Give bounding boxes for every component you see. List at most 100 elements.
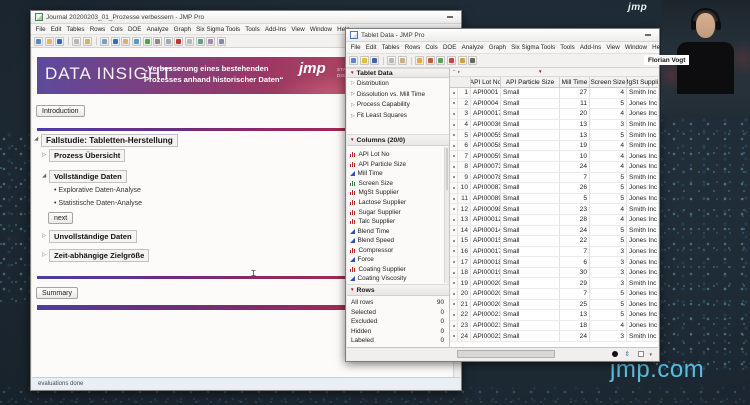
updown-arrows-icon[interactable]: ⇕ <box>625 350 630 359</box>
cell[interactable]: 5 <box>590 98 627 109</box>
cell[interactable]: 22 <box>560 236 590 246</box>
menu-item-tools[interactable]: Tools <box>558 44 578 51</box>
expand-triangle-icon[interactable]: ▷ <box>42 152 46 158</box>
row-marker-cell[interactable] <box>450 119 458 130</box>
new-icon[interactable] <box>349 56 358 65</box>
column-item-talc-supplier[interactable]: Talc Supplier <box>347 217 449 227</box>
column-item-sugar-supplier[interactable]: Sugar Supplier <box>347 207 449 217</box>
outline-link-explorative[interactable]: • Explorative Daten-Analyse <box>54 187 141 194</box>
menu-item-cols[interactable]: Cols <box>108 26 126 33</box>
row-number-cell[interactable]: 4 <box>458 119 471 130</box>
cell[interactable]: 24 <box>560 331 590 341</box>
cell[interactable]: Jones Inc <box>627 183 658 193</box>
cell[interactable]: 3 <box>590 267 627 278</box>
cell[interactable]: API00055 <box>471 130 501 140</box>
red-triangle-icon[interactable]: ▼ <box>350 287 354 293</box>
cell[interactable]: 5 <box>590 193 627 204</box>
menu-item-window[interactable]: Window <box>307 26 334 33</box>
cell[interactable]: Small <box>501 183 560 193</box>
column-item-coating-supplier[interactable]: Coating Supplier <box>347 265 449 275</box>
cell[interactable]: 5 <box>590 236 627 246</box>
analysis-item-fit-least-squares[interactable]: ▷ Fit Least Squares <box>347 110 449 121</box>
cell[interactable]: Small <box>501 204 560 214</box>
table-row[interactable]: 18API000198Small303Jones Inc <box>450 267 658 279</box>
cell[interactable]: 11 <box>560 98 590 109</box>
cell[interactable]: 3 <box>590 246 627 257</box>
row-marker-cell[interactable] <box>450 140 458 151</box>
journal-icon[interactable] <box>425 56 435 65</box>
cell[interactable]: Smith Inc <box>627 204 658 214</box>
panel-header-tablet-data[interactable]: ▼ Tablet Data <box>347 68 449 78</box>
table-row[interactable]: 2 API0004 Small 11 5 Jones Inc <box>450 98 658 110</box>
cell[interactable]: Smith Inc <box>627 331 658 341</box>
row-number-cell[interactable]: 7 <box>458 151 471 162</box>
menu-item-tools[interactable]: Tools <box>243 26 263 33</box>
row-number-cell[interactable]: 6 <box>458 140 471 151</box>
menu-item-analyze[interactable]: Analyze <box>459 44 486 51</box>
cell[interactable]: Smith Inc <box>627 226 658 236</box>
row-number-cell[interactable]: 17 <box>458 257 471 267</box>
row-number-cell[interactable]: 5 <box>458 130 471 140</box>
new-icon[interactable] <box>34 36 43 46</box>
table-row[interactable]: 6 API00058 Small 19 4 Smith Inc <box>450 140 658 152</box>
next-button[interactable]: next <box>48 212 74 224</box>
row-marker-cell[interactable] <box>450 225 458 236</box>
cell[interactable]: 4 <box>590 214 627 225</box>
row-marker-cell[interactable] <box>450 331 458 341</box>
outline-item-vollstaendige-daten[interactable]: Vollständige Daten <box>49 170 127 183</box>
row-marker-cell[interactable] <box>450 278 458 288</box>
table-icon[interactable] <box>195 36 205 46</box>
cell[interactable]: API000122 <box>471 214 501 225</box>
cell[interactable]: Jones Inc <box>627 162 658 172</box>
cell[interactable]: Jones Inc <box>627 151 658 161</box>
cell[interactable]: Jones Inc <box>627 215 658 225</box>
row-number-cell[interactable]: 23 <box>458 320 471 331</box>
cell[interactable]: 19 <box>560 140 590 151</box>
cell[interactable]: Jones Inc <box>627 109 658 119</box>
cell[interactable]: 27 <box>560 88 590 98</box>
cell[interactable]: 18 <box>560 320 590 331</box>
last-icon[interactable] <box>468 56 478 65</box>
cell[interactable]: 4 <box>590 88 627 98</box>
cell[interactable]: 13 <box>560 119 590 130</box>
panel-header-rows[interactable]: ▼ Rows <box>347 284 449 296</box>
columns-scrollbar[interactable] <box>444 147 449 283</box>
open-icon[interactable] <box>359 56 369 65</box>
expand-triangle-icon[interactable]: ▷ <box>42 233 46 239</box>
cell[interactable]: Small <box>501 246 560 257</box>
disclosure-right-icon[interactable]: ▸ <box>458 69 460 75</box>
row-number-cell[interactable]: 8 <box>458 162 471 172</box>
cell[interactable]: API0001 <box>471 88 501 98</box>
copy-icon[interactable] <box>387 56 397 65</box>
menu-item-doe[interactable]: DOE <box>440 44 459 51</box>
scrollbar-thumb[interactable] <box>457 350 555 358</box>
row-marker-cell[interactable] <box>450 320 458 331</box>
cell[interactable]: Small <box>501 320 560 331</box>
menu-item-file[interactable]: File <box>33 26 48 33</box>
run-icon[interactable] <box>446 56 456 65</box>
column-header-screen-size[interactable]: Screen Size <box>590 77 627 87</box>
row-number-cell[interactable]: 1 <box>458 88 471 98</box>
row-marker-cell[interactable] <box>450 214 458 225</box>
summary-button[interactable]: Summary <box>36 287 78 299</box>
column-item-compressor[interactable]: Compressor <box>347 245 449 255</box>
menu-item-tables[interactable]: Tables <box>379 44 402 51</box>
menu-item-rows[interactable]: Rows <box>402 44 423 51</box>
save-icon[interactable] <box>55 36 65 46</box>
cell[interactable]: Small <box>501 267 560 278</box>
cell[interactable]: API000202 <box>471 288 501 299</box>
menu-item-add-ins[interactable]: Add-Ins <box>262 26 289 33</box>
outline-item-zeit-abhaengige[interactable]: Zeit-abhängige Zielgröße <box>49 249 150 262</box>
cell[interactable]: Jones Inc <box>627 268 658 278</box>
globe-icon[interactable] <box>131 36 141 46</box>
menu-item-window[interactable]: Window <box>622 44 649 51</box>
cell[interactable]: 3 <box>590 331 627 341</box>
cell[interactable]: 23 <box>560 204 590 214</box>
row-number-cell[interactable]: 21 <box>458 299 471 310</box>
cell[interactable]: 7 <box>560 246 590 257</box>
paste-icon[interactable] <box>82 36 92 46</box>
cell[interactable]: 6 <box>560 257 590 267</box>
cell[interactable]: API00087 <box>471 183 501 193</box>
oval-icon[interactable] <box>206 36 216 46</box>
horizontal-scrollbar[interactable]: ⇕ ▾ <box>347 347 658 360</box>
